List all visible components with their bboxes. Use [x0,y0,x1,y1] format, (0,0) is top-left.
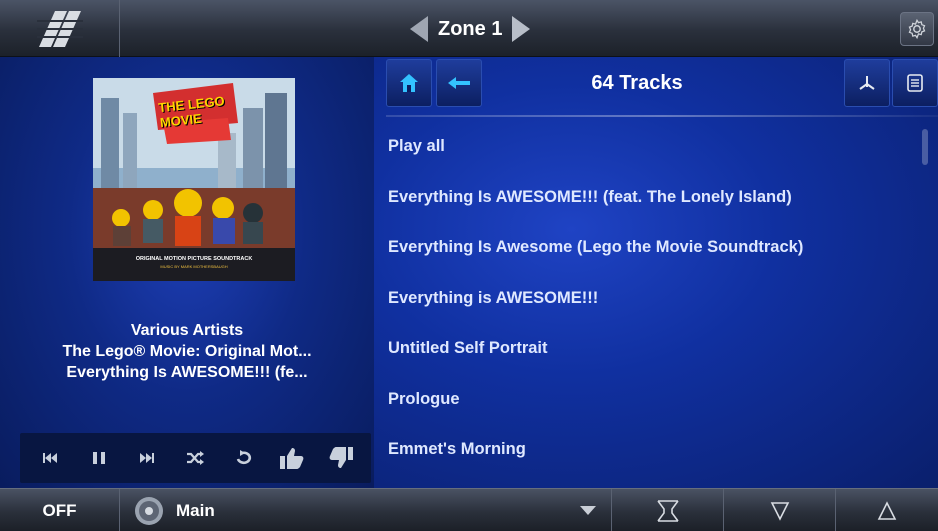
thumbs-down-icon [329,447,353,468]
list-item[interactable]: Untitled Self Portrait [388,329,918,380]
triangle-right-icon[interactable] [512,16,531,42]
settings-button[interactable] [900,12,934,46]
home-button[interactable] [386,59,432,107]
album-name: The Lego® Movie: Original Mot... [62,343,312,360]
thumbs-down-button[interactable] [323,440,359,476]
thumbs-up-button[interactable] [274,440,310,476]
queue-button[interactable] [892,59,938,107]
now-playing-panel: ORIGINAL MOTION PICTURE SOUNDTRACK MUSIC… [0,57,374,488]
top-bar: Zone 1 [0,0,938,57]
album-art-credit: MUSIC BY MARK MOTHERSBAUGH [160,264,228,269]
previous-track-button[interactable] [32,440,68,476]
list-icon [907,74,923,92]
sort-icon [859,76,875,90]
track-name: Everything Is AWESOME!!! (fe... [66,364,308,381]
sort-button[interactable] [844,59,890,107]
mute-icon [656,499,679,522]
pause-button[interactable] [81,440,117,476]
back-button[interactable] [436,59,482,107]
volume-up-icon [877,500,897,520]
play-all-item[interactable]: Play all [388,127,918,178]
list-item[interactable]: Emmet's Morning [388,430,918,481]
album-art-subtitle: ORIGINAL MOTION PICTURE SOUNDTRACK [135,256,253,262]
shuffle-button[interactable] [177,440,213,476]
list-item[interactable]: Prologue [388,380,918,431]
home-icon [400,74,418,92]
power-off-button[interactable]: OFF [0,489,120,531]
bottom-bar: OFF Main [0,488,938,531]
transport-controls [20,433,371,483]
mute-button[interactable] [612,489,724,531]
speaker-icon [135,496,163,525]
track-metadata: Various Artists The Lego® Movie: Origina… [0,320,374,383]
skip-back-icon [43,453,58,463]
zone-title[interactable]: Zone 1 [438,18,502,41]
zone-selector: Zone 1 [410,12,531,46]
scrollbar[interactable] [922,129,928,165]
volume-down-icon [770,501,789,521]
list-item[interactable]: Everything Is AWESOME!!! (feat. The Lone… [388,178,918,229]
skip-forward-icon [140,453,155,463]
repeat-button[interactable] [226,440,262,476]
shuffle-icon [187,451,205,465]
list-item[interactable]: Everything Is Awesome (Lego the Movie So… [388,228,918,279]
pause-icon [92,452,105,464]
list-item[interactable]: Everything is AWESOME!!! [388,279,918,330]
repeat-icon [236,450,251,465]
back-arrow-icon [448,77,470,89]
album-art-caption: ORIGINAL MOTION PICTURE SOUNDTRACK MUSIC… [93,256,295,269]
brand-logo [0,0,120,57]
next-track-button[interactable] [129,440,165,476]
browser-title: 64 Tracks [591,72,683,94]
browser-header: 64 Tracks [374,57,938,113]
thumbs-up-icon [280,448,304,469]
source-selector[interactable]: Main [120,489,612,531]
volume-up-button[interactable] [836,489,938,531]
track-browser: 64 Tracks Play all Everything Is AWESOME… [374,57,938,488]
brand-logo-icon [36,10,83,47]
album-art: ORIGINAL MOTION PICTURE SOUNDTRACK MUSIC… [93,78,295,281]
triangle-left-icon[interactable] [410,16,428,42]
header-divider [386,115,938,117]
artist-name: Various Artists [130,322,244,339]
chevron-down-icon [580,506,596,515]
track-list: Play all Everything Is AWESOME!!! (feat.… [388,127,918,481]
volume-down-button[interactable] [724,489,836,531]
gear-icon [908,18,926,40]
source-label: Main [176,500,215,520]
